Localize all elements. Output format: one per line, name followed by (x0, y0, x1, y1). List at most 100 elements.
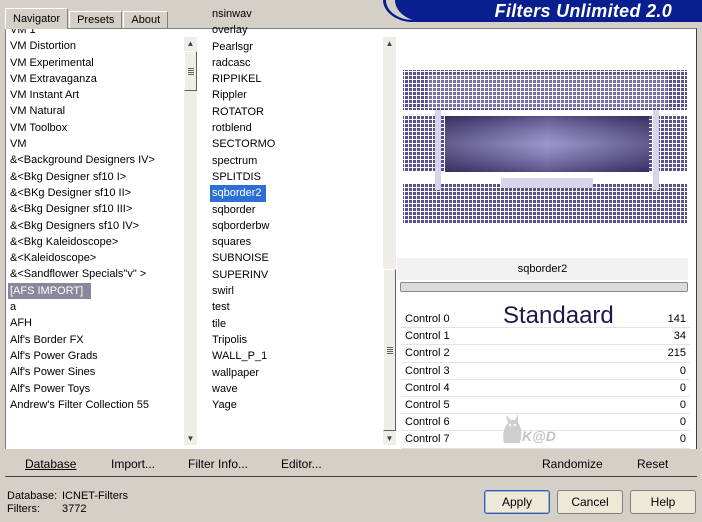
category-item[interactable]: VM Distortion (8, 38, 178, 54)
category-item[interactable]: &<Kaleidoscope> (8, 250, 178, 266)
tab-navigator[interactable]: Navigator (5, 8, 69, 29)
category-item[interactable]: &<Background Designers IV> (8, 152, 178, 168)
filter-item[interactable]: nsinwav (210, 6, 370, 22)
filter-item[interactable]: swirl (210, 283, 370, 299)
filter-label: sqborder2 (212, 187, 262, 200)
category-label: VM Toolbox (10, 121, 68, 134)
help-button[interactable]: Help (630, 490, 696, 514)
category-item[interactable]: &<Bkg Designer sf10 III> (8, 201, 178, 217)
category-label: AFH (10, 317, 32, 330)
scroll-down-icon[interactable]: ▼ (184, 432, 197, 445)
watermark-text: K@D (522, 428, 556, 444)
control-value: 0 (679, 364, 686, 377)
category-label: Alf's Power Toys (10, 382, 91, 395)
category-scrollbar[interactable]: ▲ ▼ (184, 37, 197, 445)
category-label: a (10, 301, 17, 314)
category-item[interactable]: &<Bkg Kaleidoscope> (8, 234, 178, 250)
filter-label: wave (212, 382, 238, 395)
control-row[interactable]: Control 4 0 (401, 380, 690, 397)
filter-item[interactable]: overlay (210, 22, 370, 38)
cancel-button[interactable]: Cancel (557, 490, 623, 514)
category-item[interactable]: AFH (8, 315, 178, 331)
scroll-thumb[interactable] (184, 51, 197, 91)
category-item[interactable]: &<Sandflower Specials"v" > (8, 266, 178, 282)
apply-button[interactable]: Apply (484, 490, 550, 514)
filter-label: sqborder (212, 203, 256, 216)
category-item[interactable]: &<BKg Designer sf10 II> (8, 185, 178, 201)
filter-label: RIPPIKEL (212, 73, 262, 86)
randomize-link[interactable]: Randomize (542, 457, 603, 471)
category-item[interactable]: a (8, 299, 178, 315)
reset-link[interactable]: Reset (637, 457, 668, 471)
filter-item[interactable]: Yage (210, 397, 370, 413)
scroll-up-icon[interactable]: ▲ (383, 37, 396, 50)
category-item-selected[interactable]: [AFS IMPORT] (8, 282, 92, 300)
category-item[interactable]: VM Natural (8, 103, 178, 119)
import-link[interactable]: Import... (111, 457, 155, 471)
filter-item[interactable]: SECTORMO (210, 136, 370, 152)
editor-link[interactable]: Editor... (281, 457, 322, 471)
category-item[interactable]: VM Instant Art (8, 87, 178, 103)
control-value: 141 (667, 313, 686, 325)
database-label: Database: (7, 490, 58, 502)
control-row[interactable]: Control 2 215 (401, 345, 690, 363)
database-link[interactable]: Database (25, 457, 76, 471)
filter-label: tile (212, 317, 227, 330)
filter-item[interactable]: squares (210, 234, 370, 250)
category-item[interactable]: VM (8, 136, 178, 152)
control-row[interactable]: Control 0 141 (401, 311, 690, 329)
database-value: ICNET-Filters (62, 490, 128, 502)
category-item[interactable]: VM Extravaganza (8, 71, 178, 87)
filter-item[interactable]: RIPPIKEL (210, 71, 370, 87)
filter-item-selected[interactable]: sqborder2 (210, 185, 266, 202)
filter-item[interactable]: Tripolis (210, 332, 370, 348)
filter-item[interactable]: spectrum (210, 153, 370, 169)
filter-item[interactable]: rotblend (210, 120, 370, 136)
control-label: Control 7 (405, 433, 450, 446)
filter-label: Tripolis (212, 333, 248, 346)
category-item[interactable]: Alf's Power Toys (8, 381, 178, 397)
filter-list[interactable]: nsinwav overlay Pearlsgr radcasc RIPPIKEL Rip… (210, 6, 370, 413)
scroll-down-icon[interactable]: ▼ (383, 432, 396, 445)
filter-item[interactable]: Rippler (210, 87, 370, 103)
category-item[interactable]: VM Experimental (8, 55, 178, 71)
category-label: VM Experimental (10, 56, 94, 69)
filter-item[interactable]: test (210, 299, 370, 315)
filter-item[interactable]: SUBNOISE (210, 250, 370, 266)
category-item[interactable]: &<Bkg Designers sf10 IV> (8, 218, 178, 234)
filter-scrollbar[interactable]: ▲ ▼ (383, 37, 396, 445)
filter-info-link[interactable]: Filter Info... (188, 457, 248, 471)
category-item[interactable]: &<Bkg Designer sf10 I> (8, 169, 178, 185)
category-item[interactable]: Alf's Border FX (8, 332, 178, 348)
category-label: VM (10, 138, 27, 151)
filter-item[interactable]: sqborderbw (210, 218, 370, 234)
control-row[interactable]: Control 3 0 (401, 363, 690, 380)
filter-item[interactable]: SUPERINV (210, 267, 370, 283)
scroll-thumb[interactable] (383, 269, 396, 431)
category-label: VM Distortion (10, 40, 77, 53)
filter-item[interactable]: Pearlsgr (210, 39, 370, 55)
filters-label: Filters: (7, 503, 40, 515)
filter-label: SPLITDIS (212, 170, 261, 183)
category-list[interactable]: VM 1 VM Distortion VM Experimental VM Extra… (8, 22, 178, 413)
filter-preview (397, 36, 688, 256)
filter-item[interactable]: tile (210, 316, 370, 332)
filter-item[interactable]: ROTATOR (210, 104, 370, 120)
scroll-up-icon[interactable]: ▲ (184, 37, 197, 50)
control-row[interactable]: Control 1 34 (401, 328, 690, 346)
control-label: Control 4 (405, 381, 450, 394)
category-label: VM Natural (10, 105, 66, 118)
category-label: &<BKg Designer sf10 II> (10, 186, 132, 199)
category-item[interactable]: Alf's Power Grads (8, 348, 178, 364)
category-item[interactable]: VM Toolbox (8, 120, 178, 136)
category-item[interactable]: Alf's Power Sines (8, 364, 178, 380)
filter-item[interactable]: SPLITDIS (210, 169, 370, 185)
control-label: Control 1 (405, 330, 450, 343)
category-item[interactable]: Andrew's Filter Collection 55 (8, 397, 178, 413)
watermark: K@D (498, 405, 578, 447)
filter-item[interactable]: wallpaper (210, 365, 370, 381)
filter-item[interactable]: sqborder (210, 202, 370, 218)
filter-item[interactable]: radcasc (210, 55, 370, 71)
filter-item[interactable]: WALL_P_1 (210, 348, 370, 364)
filter-item[interactable]: wave (210, 381, 370, 397)
